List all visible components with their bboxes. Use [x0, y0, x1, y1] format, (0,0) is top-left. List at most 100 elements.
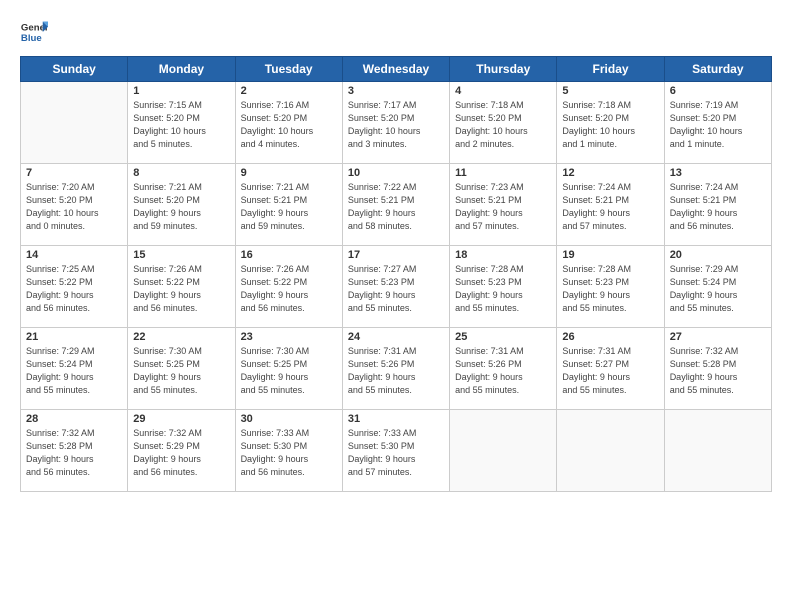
calendar-week-1: 1 Sunrise: 7:15 AM Sunset: 5:20 PM Daylig…: [21, 82, 772, 164]
day-number: 31: [348, 413, 444, 425]
day-number: 13: [670, 167, 766, 179]
svg-text:Blue: Blue: [21, 33, 42, 44]
calendar-day-3: 3 Sunrise: 7:17 AM Sunset: 5:20 PM Daylig…: [342, 82, 449, 164]
calendar-week-3: 14 Sunrise: 7:25 AM Sunset: 5:22 PM Dayli…: [21, 246, 772, 328]
day-number: 16: [241, 249, 337, 261]
day-detail: Sunrise: 7:33 AM Sunset: 5:30 PM Dayligh…: [241, 427, 337, 479]
day-detail: Sunrise: 7:28 AM Sunset: 5:23 PM Dayligh…: [562, 263, 658, 315]
calendar-day-17: 17Sunrise: 7:27 AM Sunset: 5:23 PM Dayli…: [342, 246, 449, 328]
day-detail: Sunrise: 7:24 AM Sunset: 5:21 PM Dayligh…: [670, 181, 766, 233]
day-detail: Sunrise: 7:19 AM Sunset: 5:20 PM Dayligh…: [670, 99, 766, 151]
day-number: 21: [26, 331, 122, 343]
day-detail: Sunrise: 7:33 AM Sunset: 5:30 PM Dayligh…: [348, 427, 444, 479]
day-number: 18: [455, 249, 551, 261]
day-number: 12: [562, 167, 658, 179]
weekday-header-friday: Friday: [557, 57, 664, 82]
calendar-day-10: 10 Sunrise: 7:22 AM Sunset: 5:21 PM Dayli…: [342, 164, 449, 246]
day-number: 22: [133, 331, 229, 343]
calendar-day-14: 14 Sunrise: 7:25 AM Sunset: 5:22 PM Dayli…: [21, 246, 128, 328]
day-number: 6: [670, 85, 766, 97]
day-number: 20: [670, 249, 766, 261]
day-number: 27: [670, 331, 766, 343]
day-detail: Sunrise: 7:29 AM Sunset: 5:24 PM Dayligh…: [670, 263, 766, 315]
day-detail: Sunrise: 7:29 AM Sunset: 5:24 PM Dayligh…: [26, 345, 122, 397]
calendar-week-2: 7 Sunrise: 7:20 AM Sunset: 5:20 PM Daylig…: [21, 164, 772, 246]
day-number: 25: [455, 331, 551, 343]
day-number: 14: [26, 249, 122, 261]
calendar-day-24: 24 Sunrise: 7:31 AM Sunset: 5:26 PM Dayli…: [342, 328, 449, 410]
day-detail: Sunrise: 7:31 AM Sunset: 5:26 PM Dayligh…: [455, 345, 551, 397]
day-number: 26: [562, 331, 658, 343]
day-number: 17: [348, 249, 444, 261]
calendar-day-4: 4Sunrise: 7:18 AM Sunset: 5:20 PM Daylig…: [450, 82, 557, 164]
calendar-day-12: 12Sunrise: 7:24 AM Sunset: 5:21 PM Dayli…: [557, 164, 664, 246]
day-number: 29: [133, 413, 229, 425]
day-detail: Sunrise: 7:23 AM Sunset: 5:21 PM Dayligh…: [455, 181, 551, 233]
calendar-day-5: 5 Sunrise: 7:18 AM Sunset: 5:20 PM Daylig…: [557, 82, 664, 164]
calendar-day-18: 18Sunrise: 7:28 AM Sunset: 5:23 PM Dayli…: [450, 246, 557, 328]
day-number: 9: [241, 167, 337, 179]
logo-icon: General Blue: [20, 18, 48, 46]
day-detail: Sunrise: 7:26 AM Sunset: 5:22 PM Dayligh…: [241, 263, 337, 315]
weekday-header-saturday: Saturday: [664, 57, 771, 82]
header: General Blue: [20, 18, 772, 46]
day-detail: Sunrise: 7:22 AM Sunset: 5:21 PM Dayligh…: [348, 181, 444, 233]
logo: General Blue: [20, 18, 48, 46]
calendar-day-8: 8Sunrise: 7:21 AM Sunset: 5:20 PM Daylig…: [128, 164, 235, 246]
calendar-day-31: 31 Sunrise: 7:33 AM Sunset: 5:30 PM Dayli…: [342, 410, 449, 492]
calendar-day-7: 7 Sunrise: 7:20 AM Sunset: 5:20 PM Daylig…: [21, 164, 128, 246]
day-detail: Sunrise: 7:32 AM Sunset: 5:29 PM Dayligh…: [133, 427, 229, 479]
calendar-day-29: 29 Sunrise: 7:32 AM Sunset: 5:29 PM Dayli…: [128, 410, 235, 492]
calendar-day-20: 20 Sunrise: 7:29 AM Sunset: 5:24 PM Dayli…: [664, 246, 771, 328]
day-detail: Sunrise: 7:15 AM Sunset: 5:20 PM Dayligh…: [133, 99, 229, 151]
calendar-day-28: 28 Sunrise: 7:32 AM Sunset: 5:28 PM Dayli…: [21, 410, 128, 492]
calendar-day-21: 21 Sunrise: 7:29 AM Sunset: 5:24 PM Dayli…: [21, 328, 128, 410]
weekday-header-monday: Monday: [128, 57, 235, 82]
calendar-week-5: 28 Sunrise: 7:32 AM Sunset: 5:28 PM Dayli…: [21, 410, 772, 492]
day-detail: Sunrise: 7:26 AM Sunset: 5:22 PM Dayligh…: [133, 263, 229, 315]
day-number: 24: [348, 331, 444, 343]
weekday-header-row: SundayMondayTuesdayWednesdayThursdayFrid…: [21, 57, 772, 82]
day-number: 15: [133, 249, 229, 261]
day-detail: Sunrise: 7:32 AM Sunset: 5:28 PM Dayligh…: [26, 427, 122, 479]
calendar-empty: [450, 410, 557, 492]
calendar-day-23: 23Sunrise: 7:30 AM Sunset: 5:25 PM Dayli…: [235, 328, 342, 410]
day-detail: Sunrise: 7:21 AM Sunset: 5:21 PM Dayligh…: [241, 181, 337, 233]
day-detail: Sunrise: 7:25 AM Sunset: 5:22 PM Dayligh…: [26, 263, 122, 315]
calendar-week-4: 21 Sunrise: 7:29 AM Sunset: 5:24 PM Dayli…: [21, 328, 772, 410]
calendar-day-19: 19 Sunrise: 7:28 AM Sunset: 5:23 PM Dayli…: [557, 246, 664, 328]
day-number: 10: [348, 167, 444, 179]
day-number: 3: [348, 85, 444, 97]
day-number: 4: [455, 85, 551, 97]
day-detail: Sunrise: 7:21 AM Sunset: 5:20 PM Dayligh…: [133, 181, 229, 233]
day-number: 1: [133, 85, 229, 97]
day-detail: Sunrise: 7:16 AM Sunset: 5:20 PM Dayligh…: [241, 99, 337, 151]
day-number: 7: [26, 167, 122, 179]
calendar-day-27: 27 Sunrise: 7:32 AM Sunset: 5:28 PM Dayli…: [664, 328, 771, 410]
day-detail: Sunrise: 7:20 AM Sunset: 5:20 PM Dayligh…: [26, 181, 122, 233]
day-detail: Sunrise: 7:31 AM Sunset: 5:27 PM Dayligh…: [562, 345, 658, 397]
day-number: 30: [241, 413, 337, 425]
weekday-header-tuesday: Tuesday: [235, 57, 342, 82]
calendar-day-6: 6 Sunrise: 7:19 AM Sunset: 5:20 PM Daylig…: [664, 82, 771, 164]
calendar-day-1: 1 Sunrise: 7:15 AM Sunset: 5:20 PM Daylig…: [128, 82, 235, 164]
calendar-empty: [557, 410, 664, 492]
day-detail: Sunrise: 7:32 AM Sunset: 5:28 PM Dayligh…: [670, 345, 766, 397]
day-number: 28: [26, 413, 122, 425]
day-detail: Sunrise: 7:30 AM Sunset: 5:25 PM Dayligh…: [133, 345, 229, 397]
day-detail: Sunrise: 7:31 AM Sunset: 5:26 PM Dayligh…: [348, 345, 444, 397]
day-detail: Sunrise: 7:18 AM Sunset: 5:20 PM Dayligh…: [562, 99, 658, 151]
day-number: 11: [455, 167, 551, 179]
calendar-day-26: 26 Sunrise: 7:31 AM Sunset: 5:27 PM Dayli…: [557, 328, 664, 410]
page: General Blue SundayMondayTuesdayWednesda…: [0, 0, 792, 612]
day-number: 19: [562, 249, 658, 261]
calendar-empty: [664, 410, 771, 492]
calendar-table: SundayMondayTuesdayWednesdayThursdayFrid…: [20, 56, 772, 492]
calendar-empty: [21, 82, 128, 164]
calendar-day-13: 13 Sunrise: 7:24 AM Sunset: 5:21 PM Dayli…: [664, 164, 771, 246]
calendar-day-11: 11 Sunrise: 7:23 AM Sunset: 5:21 PM Dayli…: [450, 164, 557, 246]
calendar-day-16: 16 Sunrise: 7:26 AM Sunset: 5:22 PM Dayli…: [235, 246, 342, 328]
day-detail: Sunrise: 7:17 AM Sunset: 5:20 PM Dayligh…: [348, 99, 444, 151]
weekday-header-thursday: Thursday: [450, 57, 557, 82]
day-number: 5: [562, 85, 658, 97]
